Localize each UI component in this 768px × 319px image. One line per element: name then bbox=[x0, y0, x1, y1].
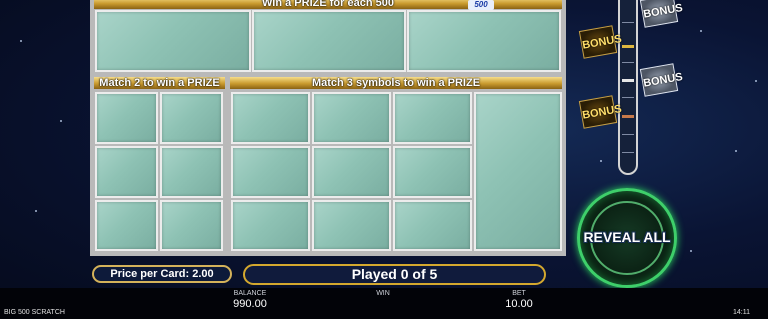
star bbox=[35, 210, 37, 212]
win-label: WIN bbox=[376, 290, 390, 297]
meter-tick bbox=[622, 152, 634, 153]
scratch-tile[interactable] bbox=[95, 92, 158, 144]
bonus-badge: BONUS bbox=[639, 63, 684, 97]
scratch-tile[interactable] bbox=[312, 200, 391, 251]
status-bar: BIG 500 SCRATCH BALANCE 990.00 WIN BET 1… bbox=[0, 288, 768, 319]
star bbox=[755, 80, 757, 82]
scratch-card: Win a PRIZE for each 500 500 Match 2 to … bbox=[90, 0, 566, 256]
scratch-tile[interactable] bbox=[160, 92, 223, 144]
scratch-tile[interactable] bbox=[160, 146, 223, 198]
balance-label: BALANCE bbox=[233, 290, 267, 297]
bet-label: BET bbox=[512, 290, 526, 297]
star bbox=[735, 150, 737, 152]
bet-value: 10.00 bbox=[505, 298, 533, 310]
game-name: BIG 500 SCRATCH bbox=[4, 309, 65, 316]
meter-marker-silver bbox=[622, 79, 634, 82]
played-counter: Played 0 of 5 bbox=[243, 264, 546, 285]
scratch-tile[interactable] bbox=[95, 10, 251, 72]
match3-header: Match 3 symbols to win a PRIZE bbox=[230, 77, 562, 89]
bonus-meter bbox=[618, 0, 638, 175]
bonus-badge: BONUS bbox=[578, 95, 623, 129]
star bbox=[20, 40, 22, 42]
meter-marker-gold bbox=[622, 45, 634, 48]
scratch-tile[interactable] bbox=[312, 92, 391, 144]
balance-display: BALANCE 990.00 bbox=[220, 290, 280, 310]
bet-display: BET 10.00 bbox=[494, 290, 544, 310]
scratch-tile[interactable] bbox=[252, 10, 406, 72]
scratch-tile[interactable] bbox=[407, 10, 561, 72]
big500-logo: 500 bbox=[468, 0, 494, 10]
reveal-all-label[interactable]: REVEAL ALL bbox=[570, 229, 684, 245]
star bbox=[60, 120, 62, 122]
balance-value: 990.00 bbox=[233, 298, 267, 310]
scratch-tile[interactable] bbox=[393, 92, 472, 144]
scratch-tile[interactable] bbox=[312, 146, 391, 198]
scratch-tile[interactable] bbox=[231, 146, 310, 198]
scratch-tile[interactable] bbox=[393, 146, 472, 198]
scratch-tile[interactable] bbox=[95, 146, 158, 198]
meter-tick bbox=[622, 22, 634, 23]
star bbox=[700, 30, 702, 32]
meter-tick bbox=[622, 134, 634, 135]
clock: 14:11 bbox=[733, 309, 750, 316]
scratch-tile[interactable] bbox=[231, 200, 310, 251]
scratch-tile[interactable] bbox=[231, 92, 310, 144]
meter-tick bbox=[622, 97, 634, 98]
match2-header: Match 2 to win a PRIZE bbox=[94, 77, 225, 89]
meter-tick bbox=[622, 62, 634, 63]
price-per-card: Price per Card: 2.00 bbox=[92, 265, 232, 283]
win-display: WIN bbox=[363, 290, 403, 298]
scratch-tile[interactable] bbox=[393, 200, 472, 251]
bonus-badge: BONUS bbox=[578, 25, 623, 59]
bonus-badge: BONUS bbox=[639, 0, 684, 28]
scratch-tile[interactable] bbox=[474, 92, 562, 251]
top-prize-header-text: Win a PRIZE for each 500 bbox=[262, 0, 394, 9]
scratch-tile[interactable] bbox=[95, 200, 158, 251]
star bbox=[690, 250, 692, 252]
scratch-tile[interactable] bbox=[160, 200, 223, 251]
star bbox=[600, 160, 602, 162]
meter-marker-bronze bbox=[622, 115, 634, 118]
